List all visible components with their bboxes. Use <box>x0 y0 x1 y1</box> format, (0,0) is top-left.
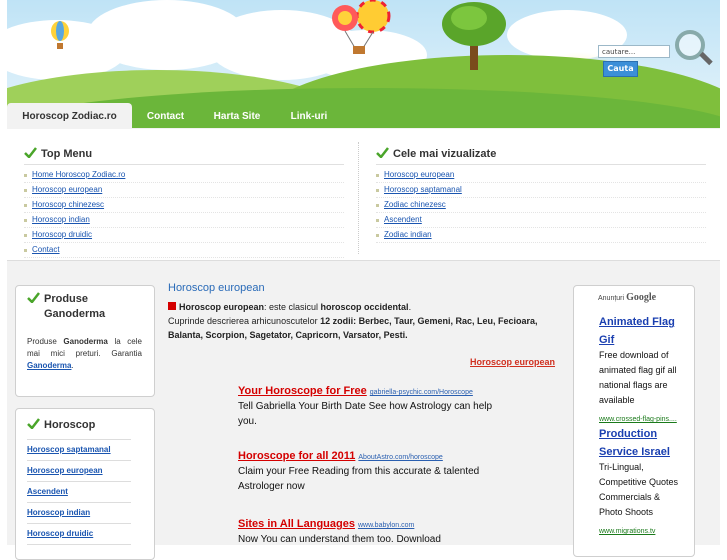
list-item: Ascendent <box>376 213 706 228</box>
list-item: Zodiac chinezesc <box>376 198 706 213</box>
menu-link[interactable]: Zodiac chinezesc <box>384 200 446 209</box>
list-item: Horoscop indian <box>27 503 131 524</box>
google-ad-title-link[interactable]: Animated Flag Gif <box>599 316 675 346</box>
ad-item: Horoscope for all 2011 AboutAstro.com/hor… <box>238 446 498 494</box>
top-menu-title: Top Menu <box>24 147 92 160</box>
most-viewed-title: Cele mai vizualizate <box>376 147 496 160</box>
ad-title-link[interactable]: Your Horoscope for Free <box>238 385 367 397</box>
nav-harta-site[interactable]: Harta Site <box>207 103 267 128</box>
ad-item: Your Horoscope for Free gabriella-psychic… <box>238 381 498 429</box>
list-item: Horoscop european <box>376 168 706 183</box>
ad-title-link[interactable]: Sites in All Languages <box>238 518 355 530</box>
list-item: Home Horoscop Zodiac.ro <box>24 168 344 183</box>
menu-link[interactable]: Horoscop european <box>384 170 454 179</box>
google-ad-text: Free download of animated flag gif all n… <box>599 350 677 405</box>
side-link[interactable]: Horoscop druidic <box>27 529 93 538</box>
search-button[interactable]: Cauta <box>603 61 638 77</box>
main-nav: Horoscop Zodiac.ro Contact Harta Site Li… <box>7 103 720 128</box>
checkmark-icon <box>27 292 40 303</box>
horoscop-side-list: Horoscop saptamanal Horoscop european As… <box>27 439 131 545</box>
menu-link[interactable]: Contact <box>32 245 60 254</box>
top-menu-list: Home Horoscop Zodiac.ro Horoscop europea… <box>24 168 344 258</box>
menu-link[interactable]: Ascendent <box>384 215 422 224</box>
ad-text: Claim your Free Reading from this accura… <box>238 466 480 492</box>
menu-link[interactable]: Home Horoscop Zodiac.ro <box>32 170 125 179</box>
google-ad-url-link[interactable]: www.crossed-flag-pins.... <box>599 416 677 423</box>
checkmark-icon <box>376 147 389 158</box>
list-item: Horoscop chinezesc <box>24 198 344 213</box>
nav-contact[interactable]: Contact <box>137 103 194 128</box>
ad-url-link[interactable]: www.babylon.com <box>358 522 414 529</box>
tree-graphic <box>442 2 506 70</box>
ad-title-link[interactable]: Horoscope for all 2011 <box>238 450 355 462</box>
list-item: Contact <box>24 243 344 258</box>
menu-link[interactable]: Horoscop indian <box>32 215 90 224</box>
ganoderma-text: Produse Ganoderma la cele mai mici pretu… <box>27 337 142 370</box>
list-item: Horoscop european <box>27 461 131 482</box>
balloon-icon <box>51 21 69 49</box>
menu-link[interactable]: Horoscop druidic <box>32 230 92 239</box>
google-ad-title-link[interactable]: Production Service Israel <box>599 428 670 458</box>
column-divider <box>358 142 360 254</box>
horoscop-box-title: Horoscop <box>27 418 95 431</box>
menu-link[interactable]: Zodiac indian <box>384 230 432 239</box>
magnifier-icon <box>675 30 705 60</box>
menu-link[interactable]: Horoscop saptamanal <box>384 185 462 194</box>
intro-text: Horoscop european: este clasicul horosco… <box>168 302 538 340</box>
google-ad-text: Tri-Lingual, Competitive Quotes Commerci… <box>599 462 679 517</box>
most-viewed-list: Horoscop european Horoscop saptamanal Zo… <box>376 168 706 243</box>
page: cautare... Cauta Horoscop Zodiac.ro Cont… <box>7 0 720 560</box>
menu-link[interactable]: Horoscop european <box>32 185 102 194</box>
checkmark-icon <box>24 147 37 158</box>
list-item: Horoscop druidic <box>24 228 344 243</box>
list-item: Ascendent <box>27 482 131 503</box>
list-item: Horoscop indian <box>24 213 344 228</box>
ad-url-link[interactable]: AboutAstro.com/horoscope <box>358 454 442 461</box>
balloons-graphic <box>332 0 391 54</box>
checkmark-icon <box>27 418 40 429</box>
page-title: Horoscop european <box>168 282 265 294</box>
bullet-icon <box>168 302 176 310</box>
menu-link[interactable]: Horoscop chinezesc <box>32 200 104 209</box>
nav-link-uri[interactable]: Link-uri <box>283 103 335 128</box>
ganoderma-link[interactable]: Ganoderma <box>27 361 71 370</box>
ad-url-link[interactable]: gabriella-psychic.com/Horoscope <box>370 389 473 396</box>
more-link[interactable]: Horoscop european <box>470 357 555 367</box>
google-ad-item: Animated Flag Gif Free download of anima… <box>599 312 684 426</box>
google-ad-item: Production Service Israel Tri-Lingual, C… <box>599 424 684 538</box>
ad-item: Sites in All Languages www.babylon.com No… <box>238 514 498 547</box>
header-banner: cautare... Cauta Horoscop Zodiac.ro Cont… <box>7 0 720 128</box>
search-input[interactable]: cautare... <box>598 45 670 58</box>
google-ads-box: Anunțuri Google Animated Flag Gif Free do… <box>573 285 695 557</box>
list-item: Horoscop druidic <box>27 524 131 545</box>
list-item: Zodiac indian <box>376 228 706 243</box>
list-item: Horoscop saptamanal <box>376 183 706 198</box>
side-link[interactable]: Ascendent <box>27 487 68 496</box>
list-item: Horoscop saptamanal <box>27 440 131 461</box>
list-item: Horoscop european <box>24 183 344 198</box>
side-link[interactable]: Horoscop indian <box>27 508 90 517</box>
ganoderma-title: Produse Ganoderma <box>27 292 105 322</box>
ad-text: Tell Gabriella Your Birth Date See how A… <box>238 401 493 427</box>
side-link[interactable]: Horoscop saptamanal <box>27 445 111 454</box>
nav-home[interactable]: Horoscop Zodiac.ro <box>7 103 132 128</box>
google-ads-header: Anunțuri Google <box>598 292 657 303</box>
side-link[interactable]: Horoscop european <box>27 466 103 475</box>
google-ad-url-link[interactable]: www.migrations.tv <box>599 528 655 535</box>
google-logo: Google <box>626 292 657 303</box>
